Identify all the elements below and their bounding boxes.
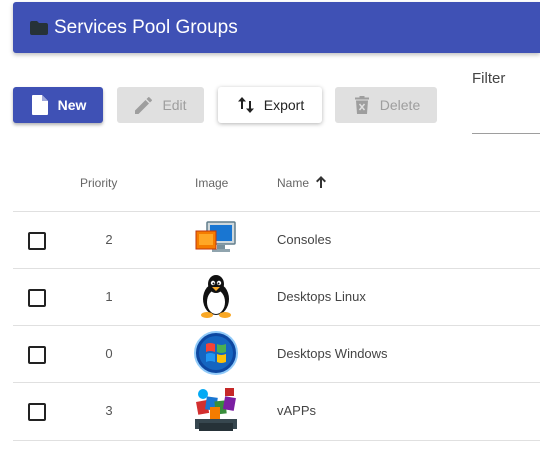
monitor-icon (193, 217, 239, 263)
filter-input[interactable] (472, 133, 540, 134)
row-name: Consoles (277, 232, 332, 247)
filter-label: Filter (472, 70, 506, 87)
edit-button-label: Edit (162, 97, 187, 113)
delete-button[interactable]: Delete (335, 87, 437, 123)
export-button[interactable]: Export (218, 87, 322, 123)
page-title: Services Pool Groups (54, 16, 238, 38)
row-divider (13, 325, 540, 326)
row-checkbox[interactable] (28, 403, 46, 421)
new-file-icon (30, 95, 50, 115)
row-name: Desktops Windows (277, 346, 388, 361)
column-header-priority[interactable]: Priority (80, 176, 117, 190)
page-header: Services Pool Groups (13, 2, 540, 53)
row-priority: 1 (105, 289, 113, 304)
row-divider (13, 268, 540, 269)
column-header-name[interactable]: Name (277, 176, 327, 191)
windows-logo-icon (193, 330, 239, 376)
export-button-label: Export (263, 97, 305, 113)
folder-icon (30, 20, 48, 35)
row-priority: 2 (105, 232, 113, 247)
row-name: vAPPs (277, 403, 317, 418)
office-apps-icon (193, 387, 239, 433)
row-priority: 3 (105, 403, 113, 418)
pencil-icon (134, 95, 154, 115)
row-divider (13, 382, 540, 383)
edit-button[interactable]: Edit (117, 87, 204, 123)
swap-vertical-icon (236, 95, 256, 115)
column-header-name-label: Name (277, 176, 310, 190)
column-header-image: Image (195, 176, 229, 190)
row-name: Desktops Linux (277, 289, 366, 304)
linux-penguin-icon (193, 272, 239, 318)
row-checkbox[interactable] (28, 346, 46, 364)
delete-button-label: Delete (379, 97, 421, 113)
row-checkbox[interactable] (28, 289, 46, 307)
row-checkbox[interactable] (28, 232, 46, 250)
header-divider (13, 211, 540, 212)
row-priority: 0 (105, 346, 113, 361)
trash-icon (352, 95, 372, 115)
new-button-label: New (57, 97, 87, 113)
row-divider (13, 440, 540, 441)
arrow-up-icon (316, 176, 327, 191)
new-button[interactable]: New (13, 87, 103, 123)
